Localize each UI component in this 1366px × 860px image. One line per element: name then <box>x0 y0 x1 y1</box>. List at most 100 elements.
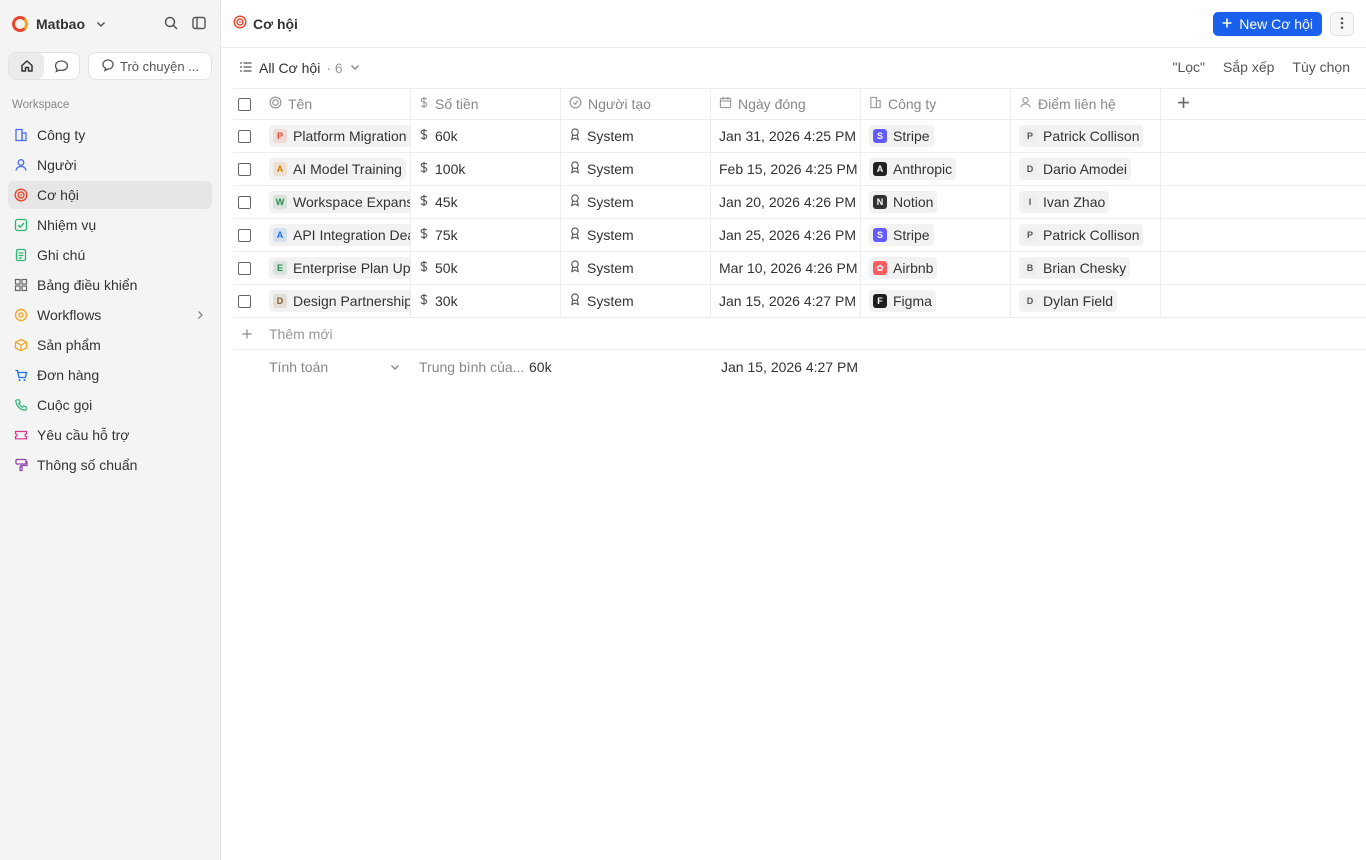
record-chip[interactable]: A API Integration Deal <box>269 224 410 246</box>
cell-company[interactable]: A Anthropic <box>861 153 1011 185</box>
table-row[interactable]: A AI Model Training 100k System Feb 15, … <box>233 153 1366 186</box>
options-button[interactable]: Tùy chọn <box>1292 59 1350 75</box>
sidebar-item-don-hang[interactable]: Đơn hàng <box>8 361 212 389</box>
table-row[interactable]: W Workspace Expansion 45k System Jan 20,… <box>233 186 1366 219</box>
chevron-down-icon[interactable] <box>93 16 109 32</box>
column-header-company[interactable]: Công ty <box>861 89 1011 119</box>
cell-name[interactable]: A AI Model Training <box>261 153 411 185</box>
sidebar-item-cong-ty[interactable]: Công ty <box>8 121 212 149</box>
column-header-close-date[interactable]: Ngày đóng <box>711 89 861 119</box>
contact-chip[interactable]: I Ivan Zhao <box>1019 191 1110 213</box>
cell-creator[interactable]: System <box>561 120 711 152</box>
chat-button[interactable]: Trò chuyện ... <box>88 52 212 80</box>
column-header-amount[interactable]: Số tiền <box>411 89 561 119</box>
sidebar-item-san-pham[interactable]: Sản phẩm <box>8 331 212 359</box>
cell-close-date[interactable]: Feb 15, 2026 4:25 PM <box>711 153 861 185</box>
table-row[interactable]: P Platform Migration 60k System Jan 31, … <box>233 120 1366 153</box>
cell-close-date[interactable]: Jan 15, 2026 4:27 PM <box>711 285 861 317</box>
cell-contact[interactable]: P Patrick Collison <box>1011 219 1161 251</box>
sidebar-item-workflows[interactable]: Workflows <box>8 301 212 329</box>
cell-contact[interactable]: P Patrick Collison <box>1011 120 1161 152</box>
table-row[interactable]: E Enterprise Plan Upgrade 50k System Mar… <box>233 252 1366 285</box>
sort-button[interactable]: Sắp xếp <box>1223 59 1274 75</box>
chevron-right-icon[interactable] <box>194 308 206 324</box>
cell-creator[interactable]: System <box>561 186 711 218</box>
cell-amount[interactable]: 100k <box>411 153 561 185</box>
record-chip[interactable]: P Platform Migration <box>269 125 410 147</box>
contact-chip[interactable]: D Dario Amodei <box>1019 158 1132 180</box>
company-chip[interactable]: A Anthropic <box>869 158 957 180</box>
cell-close-date[interactable]: Jan 25, 2026 4:26 PM <box>711 219 861 251</box>
column-header-name[interactable]: Tên <box>261 89 411 119</box>
record-chip[interactable]: D Design Partnership <box>269 290 410 312</box>
cell-close-date[interactable]: Jan 31, 2026 4:25 PM <box>711 120 861 152</box>
cell-amount[interactable]: 60k <box>411 120 561 152</box>
cell-name[interactable]: W Workspace Expansion <box>261 186 411 218</box>
cell-company[interactable]: S Stripe <box>861 219 1011 251</box>
sidebar-item-bang-dieu-khien[interactable]: Bảng điều khiển <box>8 271 212 299</box>
column-header-creator[interactable]: Người tạo <box>561 89 711 119</box>
contact-chip[interactable]: B Brian Chesky <box>1019 257 1131 279</box>
sidebar-item-yeu-cau-ho-tro[interactable]: Yêu cầu hỗ trợ <box>8 421 212 449</box>
cell-close-date[interactable]: Mar 10, 2026 4:26 PM <box>711 252 861 284</box>
table-row[interactable]: D Design Partnership 30k System Jan 15, … <box>233 285 1366 318</box>
cell-name[interactable]: A API Integration Deal <box>261 219 411 251</box>
chevron-down-icon[interactable] <box>389 360 401 376</box>
cell-amount[interactable]: 45k <box>411 186 561 218</box>
table-row[interactable]: A API Integration Deal 75k System Jan 25… <box>233 219 1366 252</box>
cell-creator[interactable]: System <box>561 153 711 185</box>
home-icon[interactable] <box>9 53 44 79</box>
company-chip[interactable]: N Notion <box>869 191 938 213</box>
cell-company[interactable]: F Figma <box>861 285 1011 317</box>
column-header-contact[interactable]: Điểm liên hệ <box>1011 89 1161 119</box>
cell-company[interactable]: N Notion <box>861 186 1011 218</box>
search-icon[interactable] <box>162 14 180 32</box>
more-options-button[interactable] <box>1330 12 1354 36</box>
average-label[interactable]: Trung bình của... <box>419 359 524 375</box>
add-record-row[interactable]: Thêm mới <box>233 318 1366 350</box>
cell-company[interactable]: ✿ Airbnb <box>861 252 1011 284</box>
cell-name[interactable]: P Platform Migration <box>261 120 411 152</box>
sidebar-item-nhiem-vu[interactable]: Nhiệm vụ <box>8 211 212 239</box>
cell-company[interactable]: S Stripe <box>861 120 1011 152</box>
cell-amount[interactable]: 75k <box>411 219 561 251</box>
contact-chip[interactable]: P Patrick Collison <box>1019 125 1144 147</box>
chat-bubble-icon[interactable] <box>44 53 79 79</box>
filter-button[interactable]: "Lọc" <box>1173 59 1206 75</box>
view-selector[interactable]: All Cơ hội · 6 <box>239 60 361 77</box>
cell-amount[interactable]: 50k <box>411 252 561 284</box>
sidebar-item-thong-so-chuan[interactable]: Thông số chuẩn <box>8 451 212 479</box>
cell-contact[interactable]: B Brian Chesky <box>1011 252 1161 284</box>
row-checkbox[interactable] <box>238 129 251 143</box>
sidebar-item-nguoi[interactable]: Người <box>8 151 212 179</box>
date-aggregate-value[interactable]: Jan 15, 2026 4:27 PM <box>721 359 858 375</box>
row-checkbox[interactable] <box>238 228 251 242</box>
sidebar-item-cuoc-goi[interactable]: Cuộc gọi <box>8 391 212 419</box>
row-checkbox[interactable] <box>238 261 251 275</box>
cell-contact[interactable]: D Dario Amodei <box>1011 153 1161 185</box>
row-checkbox[interactable] <box>238 162 251 176</box>
add-column-button[interactable] <box>1161 89 1366 119</box>
cell-contact[interactable]: I Ivan Zhao <box>1011 186 1161 218</box>
cell-name[interactable]: D Design Partnership <box>261 285 411 317</box>
row-checkbox[interactable] <box>238 195 251 209</box>
cell-name[interactable]: E Enterprise Plan Upgrade <box>261 252 411 284</box>
company-chip[interactable]: S Stripe <box>869 224 934 246</box>
record-chip[interactable]: A AI Model Training <box>269 158 406 180</box>
cell-creator[interactable]: System <box>561 219 711 251</box>
select-all-checkbox[interactable] <box>238 97 251 111</box>
company-chip[interactable]: S Stripe <box>869 125 934 147</box>
sidebar-toggle-icon[interactable] <box>190 14 208 32</box>
company-chip[interactable]: ✿ Airbnb <box>869 257 938 279</box>
contact-chip[interactable]: P Patrick Collison <box>1019 224 1144 246</box>
contact-chip[interactable]: D Dylan Field <box>1019 290 1118 312</box>
cell-creator[interactable]: System <box>561 285 711 317</box>
workspace-switcher[interactable]: Matbao <box>8 10 212 38</box>
cell-contact[interactable]: D Dylan Field <box>1011 285 1161 317</box>
company-chip[interactable]: F Figma <box>869 290 936 312</box>
record-chip[interactable]: E Enterprise Plan Upgrade <box>269 257 410 279</box>
cell-close-date[interactable]: Jan 20, 2026 4:26 PM <box>711 186 861 218</box>
cell-creator[interactable]: System <box>561 252 711 284</box>
sidebar-item-co-hoi[interactable]: Cơ hội <box>8 181 212 209</box>
sidebar-item-ghi-chu[interactable]: Ghi chú <box>8 241 212 269</box>
